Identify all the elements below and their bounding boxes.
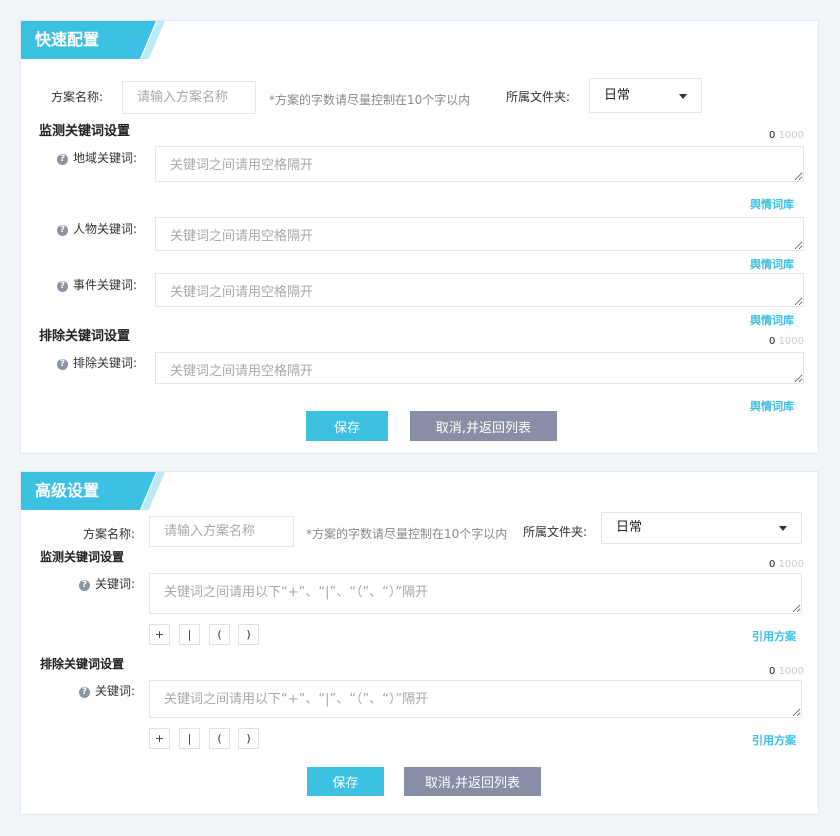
char-counter: 0 1000 <box>769 666 805 677</box>
plus-symbol-button[interactable]: + <box>149 728 170 749</box>
question-circle-icon[interactable]: ? <box>79 580 90 591</box>
question-circle-icon[interactable]: ? <box>57 154 68 165</box>
scheme-name-label: 方案名称: <box>83 527 136 541</box>
monitor-keyword-label: ? 关键词: <box>79 575 135 592</box>
event-keyword-label: ? 事件关键词: <box>57 276 137 293</box>
exclude-section-title: 排除关键词设置 <box>39 329 131 344</box>
caret-down-icon <box>779 526 787 531</box>
scheme-name-input[interactable] <box>149 516 294 547</box>
scheme-name-input[interactable] <box>122 81 256 114</box>
scheme-name-hint: *方案的字数请尽量控制在10个字以内 <box>306 527 508 541</box>
cancel-return-button[interactable]: 取消,并返回列表 <box>410 411 557 441</box>
region-keyword-textarea[interactable] <box>155 146 804 182</box>
monitor-section-title: 监测关键词设置 <box>40 550 125 564</box>
cancel-return-button[interactable]: 取消,并返回列表 <box>404 767 541 796</box>
exclude-keyword-label: ? 排除关键词: <box>57 354 137 371</box>
folder-select-value: 日常 <box>616 520 643 535</box>
pipe-symbol-button[interactable]: | <box>179 728 200 749</box>
right-paren-button[interactable]: ) <box>238 728 259 749</box>
monitor-section-title: 监测关键词设置 <box>39 124 131 139</box>
quick-config-panel: 快速配置 方案名称: *方案的字数请尽量控制在10个字以内 所属文件夹: 日常 … <box>20 20 819 454</box>
folder-select[interactable]: 日常 <box>601 512 802 544</box>
event-keyword-textarea[interactable] <box>155 273 804 307</box>
exclude-keyword-textarea[interactable] <box>155 352 804 384</box>
exclude-keyword-label: ? 关键词: <box>79 682 135 699</box>
exclude-section-title: 排除关键词设置 <box>40 657 125 671</box>
folder-select-value: 日常 <box>604 88 631 103</box>
left-paren-button[interactable]: ( <box>209 728 230 749</box>
person-keyword-textarea[interactable] <box>155 217 804 251</box>
folder-label: 所属文件夹: <box>506 90 571 104</box>
pipe-symbol-button[interactable]: | <box>179 624 200 645</box>
scheme-name-label: 方案名称: <box>51 90 104 104</box>
monitor-keyword-textarea[interactable] <box>149 573 802 614</box>
folder-select[interactable]: 日常 <box>589 78 702 113</box>
lexicon-link[interactable]: 舆情词库 <box>750 256 794 272</box>
lexicon-link[interactable]: 舆情词库 <box>750 196 794 212</box>
save-button[interactable]: 保存 <box>307 767 384 796</box>
scheme-name-hint: *方案的字数请尽量控制在10个字以内 <box>269 93 471 107</box>
lexicon-link[interactable]: 舆情词库 <box>750 312 794 328</box>
char-counter: 0 1000 <box>769 559 805 570</box>
folder-label: 所属文件夹: <box>523 525 588 539</box>
question-circle-icon[interactable]: ? <box>57 359 68 370</box>
person-keyword-label: ? 人物关键词: <box>57 220 137 237</box>
advanced-settings-panel: 高级设置 方案名称: *方案的字数请尽量控制在10个字以内 所属文件夹: 日常 … <box>20 471 819 815</box>
region-keyword-label: ? 地域关键词: <box>57 149 137 166</box>
caret-down-icon <box>679 93 687 99</box>
plus-symbol-button[interactable]: + <box>149 624 170 645</box>
question-circle-icon[interactable]: ? <box>57 225 68 236</box>
question-circle-icon[interactable]: ? <box>57 281 68 292</box>
cite-scheme-link[interactable]: 引用方案 <box>752 732 796 748</box>
question-circle-icon[interactable]: ? <box>79 687 90 698</box>
char-counter: 0 1000 <box>769 130 805 141</box>
lexicon-link[interactable]: 舆情词库 <box>750 398 794 414</box>
char-counter: 0 1000 <box>769 336 805 347</box>
exclude-keyword-textarea[interactable] <box>149 680 802 718</box>
save-button[interactable]: 保存 <box>306 411 388 441</box>
cite-scheme-link[interactable]: 引用方案 <box>752 628 796 644</box>
left-paren-button[interactable]: ( <box>209 624 230 645</box>
right-paren-button[interactable]: ) <box>238 624 259 645</box>
